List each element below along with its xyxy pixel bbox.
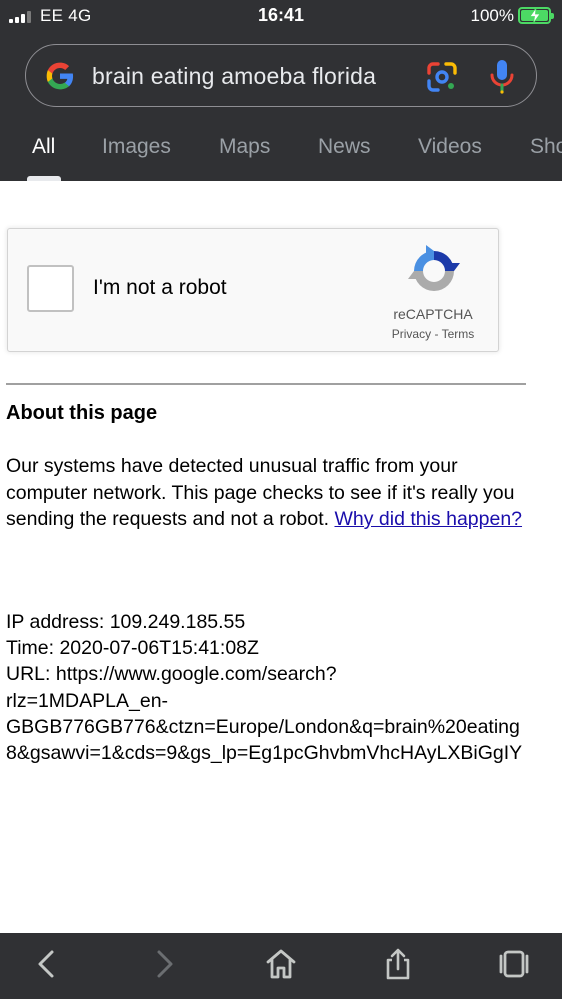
ip-address: IP address: 109.249.185.55 (6, 611, 246, 633)
recaptcha-widget: I'm not a robot reCAPTCHA Privacy - Term… (7, 228, 499, 352)
status-bar: EE 4G 16:41 100% (0, 0, 562, 32)
share-icon[interactable] (381, 947, 415, 981)
google-lens-icon[interactable] (425, 60, 459, 94)
request-url-line: rlz=1MDAPLA_en- (6, 689, 169, 712)
tab-images[interactable]: Images (102, 135, 171, 159)
request-info: IP address: 109.249.185.55 Time: 2020-07-… (6, 609, 562, 766)
search-tabs: All Images Maps News Videos Sho (0, 125, 562, 181)
battery-charging-icon (518, 7, 554, 24)
recaptcha-brand: reCAPTCHA (393, 306, 473, 322)
tab-videos[interactable]: Videos (418, 135, 482, 159)
request-url-line: URL: https://www.google.com/search? (6, 663, 337, 686)
privacy-link[interactable]: Privacy (392, 327, 431, 341)
request-url-line: GBGB776GB776&ctzn=Europe/London&q=brain%… (6, 715, 520, 738)
active-tab-indicator (27, 176, 61, 181)
top-chrome: EE 4G 16:41 100% brain eating amoeba flo… (0, 0, 562, 181)
not-a-robot-label: I'm not a robot (93, 276, 227, 299)
home-icon[interactable] (264, 947, 298, 981)
request-time: Time: 2020-07-06T15:41:08Z (6, 637, 259, 660)
about-text: Our systems have detected unusual traffi… (6, 453, 536, 533)
request-url-line: 8&gsawvi=1&cds=9&gs_lp=Eg1pcGhvbmVhcHAyL… (6, 742, 523, 765)
not-a-robot-checkbox[interactable] (27, 265, 74, 312)
chevron-left-icon[interactable] (30, 947, 64, 981)
tab-maps[interactable]: Maps (219, 135, 270, 159)
battery-percent: 100% (470, 6, 514, 25)
google-logo-icon (46, 62, 74, 90)
tab-shopping[interactable]: Sho (530, 135, 562, 159)
search-query[interactable]: brain eating amoeba florida (92, 63, 376, 90)
chevron-right-icon[interactable] (147, 947, 181, 981)
terms-link[interactable]: Terms (442, 327, 475, 341)
microphone-icon[interactable] (489, 59, 515, 95)
tab-all[interactable]: All (32, 135, 55, 159)
tabs-icon[interactable] (497, 947, 531, 981)
tab-news[interactable]: News (318, 135, 371, 159)
search-box[interactable]: brain eating amoeba florida (25, 44, 537, 107)
divider (6, 383, 526, 385)
bottom-toolbar (0, 933, 562, 999)
recaptcha-links: Privacy - Terms (379, 327, 487, 341)
link-separator: - (431, 327, 442, 341)
about-title: About this page (6, 402, 158, 424)
why-did-this-happen-link[interactable]: Why did this happen? (334, 508, 522, 530)
recaptcha-logo-icon (408, 245, 460, 291)
